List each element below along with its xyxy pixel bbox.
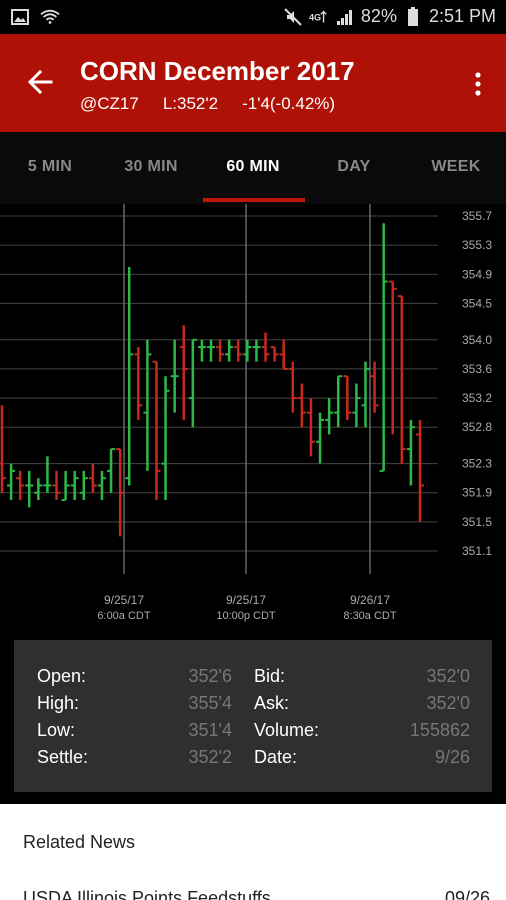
date-label: Date: <box>254 747 298 767</box>
y-tick-label: 353.2 <box>462 391 492 405</box>
y-tick-label: 355.7 <box>462 209 492 223</box>
news-item-title[interactable]: USDA Illinois Points Feedstuffs <box>23 888 493 900</box>
clock-time: 2:51 PM <box>428 6 496 26</box>
high-value: 355'4 <box>188 693 232 713</box>
volume-value: 155862 <box>409 720 470 740</box>
tab-5-min[interactable]: 5 MIN <box>0 158 100 176</box>
x-tick-time: 10:00p CDT <box>216 610 276 622</box>
back-button[interactable] <box>22 64 58 100</box>
battery-icon <box>403 6 423 27</box>
related-news-title: Related News <box>23 832 136 852</box>
x-tick-time: 8:30a CDT <box>343 610 396 622</box>
ask-value: 352'0 <box>426 693 470 713</box>
volume-label: Volume: <box>254 720 320 740</box>
signal-icon <box>335 7 355 27</box>
mute-icon <box>283 7 303 27</box>
ohlc-chart-svg: 355.7 355.3 354.9 354.5 354.0 353.6 353.2 352.8… <box>0 204 492 622</box>
high-label: High: <box>37 693 80 713</box>
x-tick-date: 9/26/17 <box>350 593 390 607</box>
more-vert-icon <box>475 72 481 96</box>
open-label: Open: <box>37 666 87 686</box>
bid-value: 352'0 <box>426 666 470 686</box>
back-arrow-icon <box>27 69 53 95</box>
open-value: 352'6 <box>188 666 232 686</box>
ask-label: Ask: <box>254 693 290 713</box>
y-tick-label: 353.6 <box>462 362 492 376</box>
y-tick-label: 354.9 <box>462 267 492 281</box>
app-bar: CORN December 2017 @CZ17 L:352'2 -1'4(-0… <box>0 34 506 132</box>
status-right: 4G 82% 2:51 PM <box>283 6 496 27</box>
interval-tabs: 5 MIN 30 MIN 60 MIN DAY WEEK <box>0 132 506 204</box>
news-item-date: 09/26 <box>444 888 490 900</box>
quote-stats-panel: Open: 352'6 High: 355'4 Low: 351'4 Settl… <box>14 640 492 792</box>
contract-symbol: @CZ17 <box>80 94 139 113</box>
y-tick-label: 351.5 <box>462 515 492 529</box>
bid-label: Bid: <box>254 666 286 686</box>
settle-value: 352'2 <box>188 747 232 767</box>
price-chart[interactable]: 355.7 355.3 354.9 354.5 354.0 353.6 353.2 352.8… <box>0 204 506 636</box>
y-tick-label: 354.0 <box>462 333 492 347</box>
volte-icon: 4G <box>309 7 329 27</box>
x-tick-time: 6:00a CDT <box>97 610 150 622</box>
tab-week[interactable]: WEEK <box>406 158 506 176</box>
low-value: 351'4 <box>188 720 232 740</box>
page-title: CORN December 2017 <box>80 56 355 86</box>
quote-summary: @CZ17 L:352'2 -1'4(-0.42%) <box>80 94 335 114</box>
wifi-calling-icon <box>40 7 60 27</box>
x-tick-date: 9/25/17 <box>226 593 266 607</box>
battery-percent: 82% <box>360 6 397 26</box>
gallery-notification-icon <box>10 7 30 27</box>
date-value: 9/26 <box>434 747 470 767</box>
y-tick-label: 355.3 <box>462 238 492 252</box>
tab-60-min[interactable]: 60 MIN <box>203 158 303 176</box>
y-tick-label: 351.9 <box>462 486 492 500</box>
overflow-menu-button[interactable] <box>464 66 492 102</box>
related-news-section: Related News USDA Illinois Points Feedst… <box>0 804 506 900</box>
y-tick-label: 354.5 <box>462 296 492 310</box>
y-tick-label: 352.3 <box>462 457 492 471</box>
x-tick-date: 9/25/17 <box>104 593 144 607</box>
settle-label: Settle: <box>37 747 89 767</box>
status-bar: 4G 82% 2:51 PM <box>0 0 506 34</box>
last-price: L:352'2 <box>162 94 219 113</box>
low-label: Low: <box>37 720 76 740</box>
y-tick-label: 351.1 <box>462 544 492 558</box>
y-tick-label: 352.8 <box>462 420 492 434</box>
tab-30-min[interactable]: 30 MIN <box>101 158 201 176</box>
price-change: -1'4(-0.42%) <box>242 94 336 113</box>
active-tab-indicator <box>203 198 305 202</box>
tab-day[interactable]: DAY <box>304 158 404 176</box>
svg-text:4G: 4G <box>309 12 321 22</box>
status-left <box>10 7 60 27</box>
